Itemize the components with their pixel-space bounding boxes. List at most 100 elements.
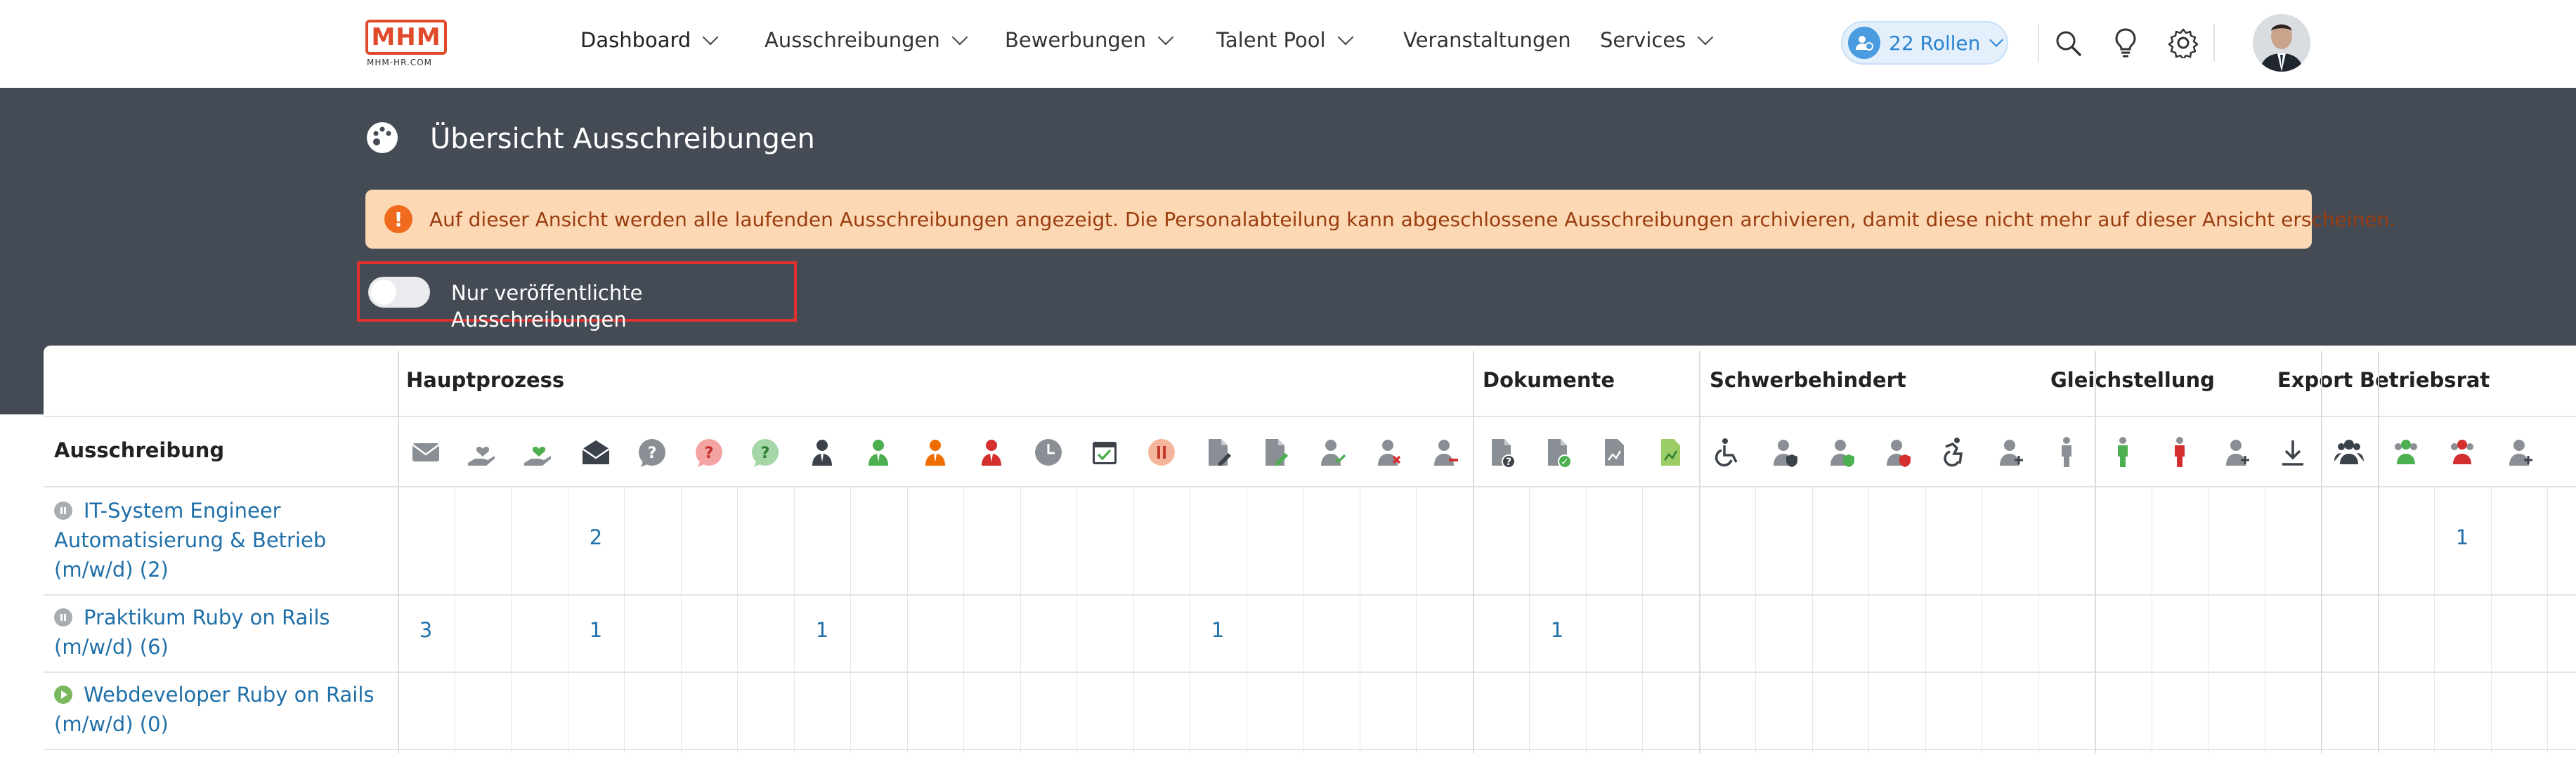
svg-text:?: ? [705,445,714,462]
group-header-gleichstellung: Gleichstellung [2050,368,2215,392]
nav-dashboard-label: Dashboard [580,28,691,52]
nav-veranstaltungen[interactable]: Veranstaltungen [1403,28,1571,52]
nav-talent-pool[interactable]: Talent Pool [1216,28,1353,52]
nav-bewerbungen[interactable]: Bewerbungen [1005,28,1174,52]
nav-bewerbungen-label: Bewerbungen [1005,28,1147,52]
users-icon [2331,434,2367,471]
column-divider [1020,486,1021,753]
column-divider [398,351,399,753]
roles-label: 22 Rollen [1889,31,1981,55]
table-cell-count[interactable]: 3 [398,618,454,642]
page-title: Übersicht Ausschreibungen [430,123,815,155]
table-cell-count[interactable]: 1 [794,618,850,642]
play-icon [54,686,72,704]
top-navbar: MHM MHM-HR.COM Dashboard Ausschreibungen… [0,0,2576,88]
column-divider [737,486,738,753]
user-plus-icon [1992,434,2027,471]
column-divider [1586,486,1587,753]
nav-ausschreibungen[interactable]: Ausschreibungen [765,28,968,52]
roles-dropdown[interactable]: 22 Rollen [1841,21,2008,65]
column-divider [907,486,908,753]
nav-services-label: Services [1600,28,1686,52]
column-divider [2547,486,2548,753]
user-plus-icon [2502,434,2537,471]
published-only-label[interactable]: Nur veröffentlichte Ausschreibungen [451,280,794,333]
clock-icon [1031,434,1066,471]
published-only-toggle[interactable] [368,277,430,308]
svg-text:?: ? [648,445,657,462]
column-divider [1868,486,1869,753]
calendar-check-icon [1087,434,1122,471]
question-bubble-green-icon: ? [748,434,783,471]
lightbulb-icon[interactable] [2109,27,2142,59]
svg-text:?: ? [1506,457,1511,468]
table-cell-count[interactable]: 1 [1190,618,1246,642]
column-divider [1473,351,1474,753]
company-logo[interactable]: MHM MHM-HR.COM [365,20,451,69]
person-standing-red-icon [2162,434,2197,471]
hand-heart-green-icon [521,434,557,471]
job-title-link[interactable]: IT-System Engineer Automatisierung & Bet… [54,499,326,582]
person-green-icon [861,434,896,471]
file-chart-icon [1596,434,1632,471]
column-divider [2378,351,2379,753]
chevron-down-icon [1157,29,1174,46]
palette-icon [365,121,399,155]
table-row-title[interactable]: Praktikum Ruby on Rails (m/w/d) (6) [54,603,391,662]
column-divider [850,486,851,753]
person-standing-green-icon [2105,434,2140,471]
user-roles-icon [1848,27,1880,59]
question-bubble-icon: ? [635,434,670,471]
pause-circle-icon [1144,434,1179,471]
users-green-icon [2388,434,2424,471]
accessible-icon [1936,434,1971,471]
person-red-icon [974,434,1009,471]
chevron-down-icon [1989,33,2004,47]
column-divider [1699,351,1700,753]
overview-table [44,346,2576,767]
nav-services[interactable]: Services [1600,28,1714,52]
user-shield-green-icon [1823,434,1858,471]
search-icon[interactable] [2052,27,2084,59]
table-cell-count[interactable]: 1 [2434,525,2490,549]
chevron-down-icon [1337,29,1353,46]
user-avatar[interactable] [2253,14,2310,72]
nav-dashboard[interactable]: Dashboard [580,28,719,52]
table-cell-count[interactable]: 2 [568,525,624,549]
column-divider [1133,486,1134,753]
table-cell-count[interactable]: 1 [568,618,624,642]
logo-mark: MHM [365,20,447,55]
chevron-down-icon [703,29,719,46]
chevron-down-icon [1697,29,1714,46]
user-check-icon [1313,434,1348,471]
divider [44,671,2576,673]
pause-icon [54,501,72,520]
mail-icon [408,434,443,471]
pause-icon [54,608,72,627]
column-divider [1755,486,1756,753]
wheelchair-icon [1710,434,1745,471]
logo-subtext: MHM-HR.COM [367,58,432,67]
download-icon [2275,434,2310,471]
person-standing-icon [2049,434,2084,471]
column-divider [1076,486,1077,753]
table-row-title[interactable]: IT-System Engineer Automatisierung & Bet… [54,496,391,584]
column-divider [1925,486,1926,753]
exclamation-icon: ! [384,205,412,233]
user-minus-icon [1426,434,1462,471]
nav-talent-pool-label: Talent Pool [1216,28,1326,52]
user-shield-red-icon [1879,434,1914,471]
document-question-icon: ? [1483,434,1518,471]
gear-icon[interactable] [2167,27,2199,59]
column-divider [2321,351,2322,753]
nav-ausschreibungen-label: Ausschreibungen [765,28,940,52]
job-title-link[interactable]: Praktikum Ruby on Rails (m/w/d) (6) [54,605,330,659]
published-filter-highlight: Nur veröffentlichte Ausschreibungen [357,261,797,332]
column-divider [511,486,512,753]
job-title-link[interactable]: Webdeveloper Ruby on Rails (m/w/d) (0) [54,683,375,736]
table-row-title[interactable]: Webdeveloper Ruby on Rails (m/w/d) (0) [54,680,391,739]
user-plus-icon [2218,434,2253,471]
svg-text:✓: ✓ [1561,457,1569,468]
table-cell-count[interactable]: 1 [1529,618,1585,642]
chevron-down-icon [951,29,968,46]
